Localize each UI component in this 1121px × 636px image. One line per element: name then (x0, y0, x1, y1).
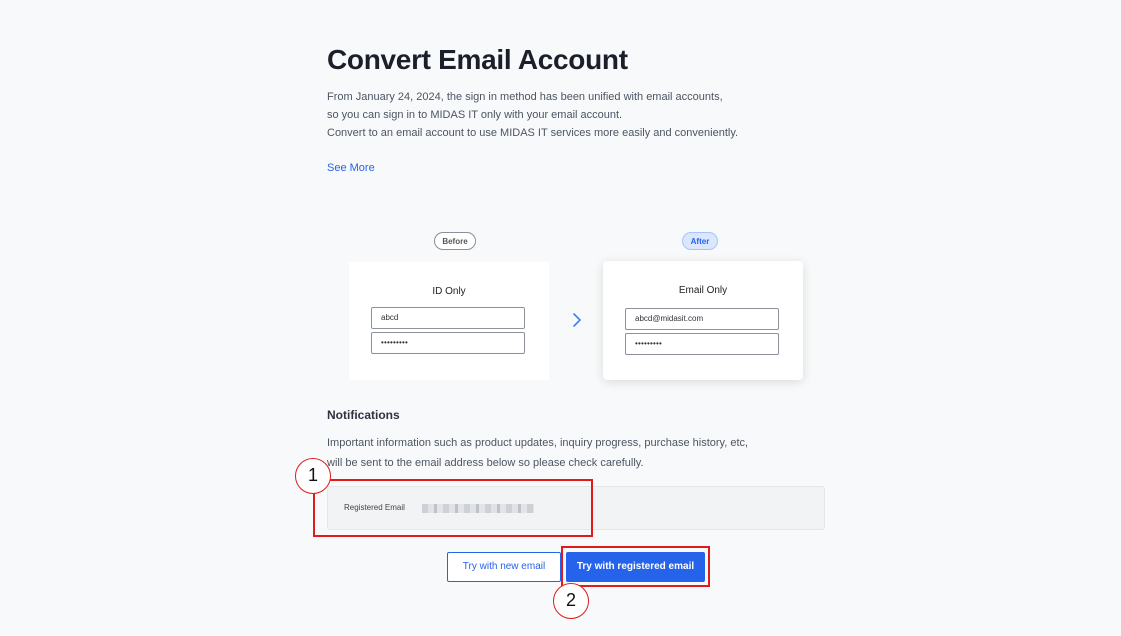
step-badge-2: 2 (553, 583, 589, 619)
before-card-title: ID Only (432, 286, 466, 297)
notifications-line: Important information such as product up… (327, 437, 749, 449)
try-new-email-button[interactable]: Try with new email (447, 552, 561, 582)
after-card: Email Only abcd@midasit.com ••••••••• (603, 261, 803, 380)
description-line: so you can sign in to MIDAS IT only with… (327, 109, 623, 121)
after-card-title: Email Only (678, 285, 728, 296)
before-pill: Before (434, 232, 476, 250)
page-title: Convert Email Account (327, 44, 628, 75)
after-pill: After (682, 232, 718, 250)
step-badge-1: 1 (295, 458, 331, 494)
page-description: From January 24, 2024, the sign in metho… (327, 88, 787, 142)
before-card: ID Only abcd ••••••••• (349, 262, 549, 380)
see-more-link[interactable]: See More (327, 160, 375, 176)
description-line: Convert to an email account to use MIDAS… (327, 127, 739, 139)
notifications-title: Notifications (327, 408, 400, 422)
highlight-box-registered-button (561, 546, 710, 587)
chevron-right-icon (573, 313, 581, 327)
notifications-line: will be sent to the email address below … (327, 457, 644, 469)
example-email-field: abcd@midasit.com (625, 308, 779, 330)
example-password-field: ••••••••• (625, 333, 779, 355)
example-password-field: ••••••••• (371, 332, 525, 354)
notifications-description: Important information such as product up… (327, 433, 748, 473)
highlight-box-registered-email (313, 479, 593, 537)
description-line: From January 24, 2024, the sign in metho… (327, 91, 723, 103)
example-id-field: abcd (371, 307, 525, 329)
